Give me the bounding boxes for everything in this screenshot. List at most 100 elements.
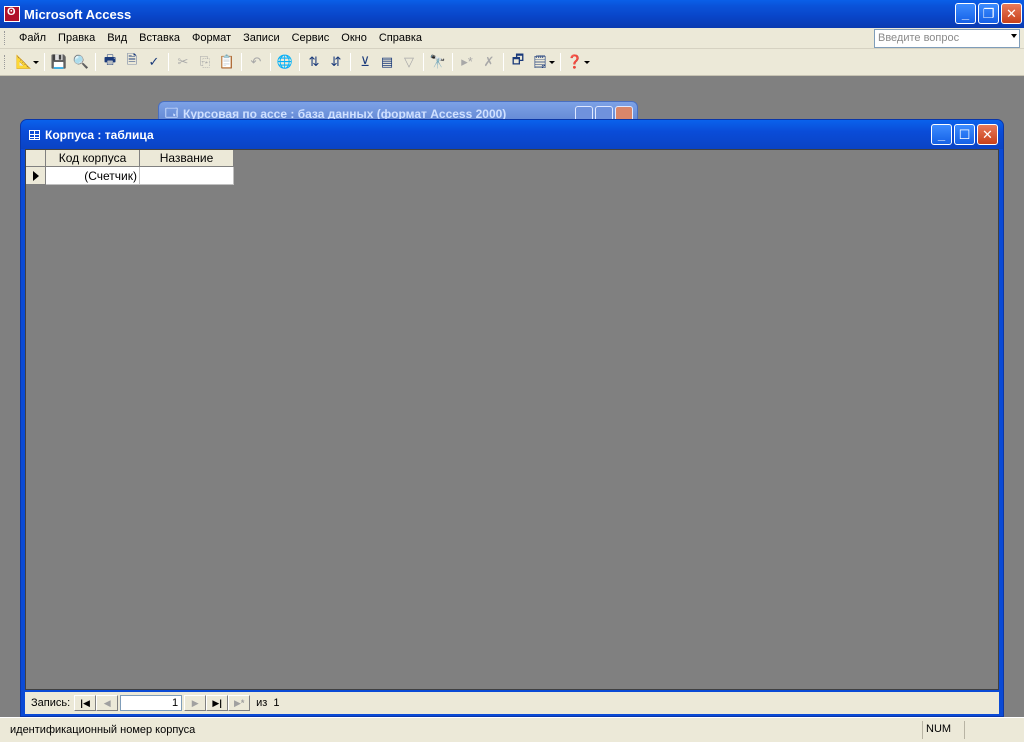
menu-file[interactable]: Файл: [13, 28, 52, 49]
ask-question-placeholder: Введите вопрос: [878, 32, 960, 44]
chevron-down-icon[interactable]: [584, 60, 590, 64]
last-record-button[interactable]: ▶|: [206, 695, 229, 711]
datasheet-grid: Код корпуса Название (Счетчик): [26, 150, 234, 185]
close-icon: ✕: [1006, 6, 1017, 21]
menu-window[interactable]: Окно: [335, 28, 373, 49]
toolbar-separator: [270, 53, 271, 71]
header-row: Код корпуса Название: [26, 150, 234, 167]
chevron-down-icon[interactable]: [549, 60, 555, 64]
app-window-controls: _ ❐ ✕: [955, 3, 1022, 24]
help-icon[interactable]: ❓: [564, 51, 586, 73]
access-app-icon[interactable]: [4, 6, 20, 22]
status-bar: идентификационный номер корпуса NUM: [0, 717, 1024, 742]
toolbar-separator: [560, 53, 561, 71]
minimize-button[interactable]: _: [955, 3, 976, 24]
menu-view[interactable]: Вид: [101, 28, 133, 49]
menu-help[interactable]: Справка: [373, 28, 428, 49]
toolbar-separator: [299, 53, 300, 71]
close-button[interactable]: ✕: [1001, 3, 1022, 24]
filter-form-icon[interactable]: ▤: [376, 51, 398, 73]
next-record-button[interactable]: ▶: [184, 695, 207, 711]
menu-tools[interactable]: Сервис: [286, 28, 336, 49]
sort-asc-icon[interactable]: ⇅: [303, 51, 325, 73]
restore-icon: ❐: [982, 6, 995, 21]
toolbar-separator: [168, 53, 169, 71]
delete-record-icon[interactable]: ✗: [478, 51, 500, 73]
toolbar-separator: [44, 53, 45, 71]
minimize-button[interactable]: _: [931, 124, 952, 145]
record-selector[interactable]: [26, 167, 46, 185]
save-icon[interactable]: 💾: [48, 51, 70, 73]
filter-selection-icon[interactable]: ⊻: [354, 51, 376, 73]
current-record-icon: [32, 170, 39, 181]
status-separator: [964, 721, 965, 739]
first-record-button[interactable]: |◀: [74, 695, 97, 711]
column-header-code[interactable]: Код корпуса: [46, 150, 140, 167]
cell-code[interactable]: (Счетчик): [46, 167, 140, 185]
table-window: Корпуса : таблица _ ☐ ✕ Код корпуса Назв…: [20, 119, 1004, 717]
maximize-icon: ☐: [958, 127, 971, 142]
status-separator: [922, 721, 923, 739]
menu-grip[interactable]: [4, 31, 7, 45]
sort-desc-icon[interactable]: ⇵: [325, 51, 347, 73]
hyperlink-icon[interactable]: 🌐: [274, 51, 296, 73]
toolbar-separator: [452, 53, 453, 71]
datasheet-icon[interactable]: [29, 129, 40, 140]
toolbar-separator: [350, 53, 351, 71]
record-number-input[interactable]: 1: [120, 695, 183, 711]
table-window-title-bar[interactable]: Корпуса : таблица _ ☐ ✕: [21, 120, 1003, 149]
record-total: 1: [273, 697, 280, 709]
paste-icon[interactable]: 📋: [216, 51, 238, 73]
toolbar-separator: [503, 53, 504, 71]
menu-bar: Файл Правка Вид Вставка Формат Записи Се…: [0, 28, 1024, 49]
toolbar-separator: [423, 53, 424, 71]
menu-insert[interactable]: Вставка: [133, 28, 186, 49]
view-icon[interactable]: 📐: [13, 51, 35, 73]
spelling-icon[interactable]: ✓: [143, 51, 165, 73]
record-label: Запись:: [31, 697, 71, 709]
new-record-button[interactable]: ▶*: [228, 695, 251, 711]
search-file-icon[interactable]: 🔍: [70, 51, 92, 73]
close-icon: ✕: [982, 127, 993, 142]
toolbar-separator: [95, 53, 96, 71]
cell-name[interactable]: [140, 167, 234, 185]
num-lock-indicator: NUM: [926, 723, 952, 735]
chevron-down-icon[interactable]: [1011, 34, 1017, 38]
apply-filter-icon[interactable]: ▽: [398, 51, 420, 73]
copy-icon[interactable]: ⎘: [194, 51, 216, 73]
app-title: Microsoft Access: [24, 6, 132, 22]
record-count: из 1: [256, 697, 279, 709]
toolbar: 📐 💾 🔍 🖶 🗎 ✓ ✂ ⎘ 📋 ↶ 🌐 ⇅ ⇵ ⊻ ▤ ▽ 🔭 ▸* ✗ 🗗…: [0, 49, 1024, 76]
select-all-cell[interactable]: [26, 150, 46, 167]
chevron-down-icon[interactable]: [33, 60, 39, 64]
print-preview-icon[interactable]: 🗎: [121, 51, 143, 73]
database-window-icon[interactable]: 🗗: [507, 51, 529, 73]
menu-format[interactable]: Формат: [186, 28, 237, 49]
column-header-name[interactable]: Название: [140, 150, 234, 167]
record-navigation-bar: Запись: |◀ ◀ 1 ▶ ▶| ▶* из 1: [25, 692, 999, 714]
menu-records[interactable]: Записи: [237, 28, 286, 49]
undo-icon[interactable]: ↶: [245, 51, 267, 73]
status-text: идентификационный номер корпуса: [10, 724, 196, 736]
new-object-icon[interactable]: 🗒: [529, 51, 551, 73]
print-icon[interactable]: 🖶: [99, 51, 121, 73]
menu-edit[interactable]: Правка: [52, 28, 101, 49]
minimize-icon: _: [937, 127, 946, 142]
toolbar-grip[interactable]: [4, 55, 7, 69]
restore-button[interactable]: ❐: [978, 3, 999, 24]
table-window-controls: _ ☐ ✕: [931, 124, 998, 145]
datasheet-area: Код корпуса Название (Счетчик): [25, 149, 999, 690]
maximize-button[interactable]: ☐: [954, 124, 975, 145]
record-of-label: из: [256, 697, 268, 709]
table-row: (Счетчик): [26, 167, 234, 185]
ask-question-input[interactable]: Введите вопрос: [874, 29, 1020, 48]
cut-icon[interactable]: ✂: [172, 51, 194, 73]
minimize-icon: _: [961, 6, 970, 21]
toolbar-separator: [241, 53, 242, 71]
previous-record-button[interactable]: ◀: [96, 695, 119, 711]
new-record-icon[interactable]: ▸*: [456, 51, 478, 73]
find-icon[interactable]: 🔭: [427, 51, 449, 73]
close-button[interactable]: ✕: [977, 124, 998, 145]
table-window-title: Корпуса : таблица: [45, 127, 154, 142]
app-title-bar: Microsoft Access _ ❐ ✕: [0, 0, 1024, 28]
